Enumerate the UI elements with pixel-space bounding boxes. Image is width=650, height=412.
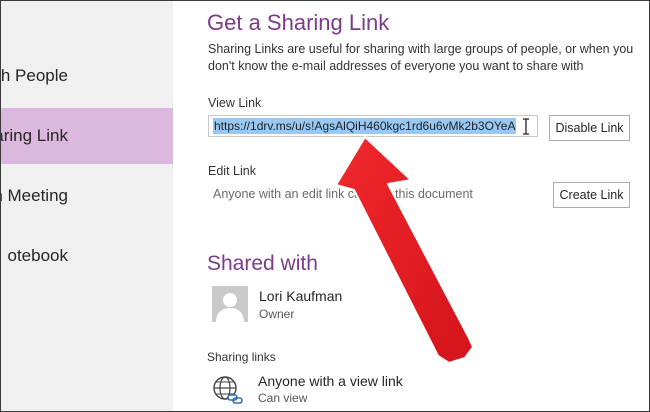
text-cursor-icon <box>523 118 529 135</box>
person-role: Owner <box>259 307 295 321</box>
share-sidebar: ith People haring Link ith Meeting otebo… <box>1 1 173 411</box>
page-title: Get a Sharing Link <box>207 10 390 35</box>
view-link-label: View Link <box>208 96 262 110</box>
nav-item-label: otebook <box>7 246 69 265</box>
nav-item-share-with-meeting[interactable]: ith Meeting <box>1 168 173 224</box>
user-avatar-icon <box>212 286 248 322</box>
sharing-description: Sharing Links are useful for sharing wit… <box>208 42 634 73</box>
sharing-link-name[interactable]: Anyone with a view link <box>258 373 403 389</box>
globe-link-icon <box>213 376 243 404</box>
nav-item-label: ith People <box>0 66 68 85</box>
nav-item-label: haring Link <box>1 126 68 145</box>
nav-item-invite-people[interactable]: ith People <box>1 48 173 104</box>
disable-link-button[interactable]: Disable Link <box>549 115 630 141</box>
edit-link-text: Anyone with an edit link can edit this d… <box>213 187 473 201</box>
edit-link-label: Edit Link <box>208 164 256 178</box>
share-panel: ith People haring Link ith Meeting otebo… <box>0 0 650 412</box>
person-name: Lori Kaufman <box>259 288 343 304</box>
nav-item-move-notebook[interactable]: otebook <box>1 228 173 284</box>
sharing-link-permission: Can view <box>258 391 308 405</box>
view-link-url[interactable]: https://1drv.ms/u/s!AgsAlQiH460kgc1rd6u6… <box>213 118 517 134</box>
sharing-content: Get a Sharing Link Sharing Links are use… <box>173 1 649 411</box>
view-link-field[interactable]: https://1drv.ms/u/s!AgsAlQiH460kgc1rd6u6… <box>208 115 538 137</box>
create-link-button[interactable]: Create Link <box>553 182 630 208</box>
nav-item-sharing-link[interactable]: haring Link <box>1 108 173 164</box>
sharing-links-label: Sharing links <box>207 350 276 364</box>
nav-item-label: ith Meeting <box>1 186 68 205</box>
shared-with-title: Shared with <box>207 252 318 275</box>
